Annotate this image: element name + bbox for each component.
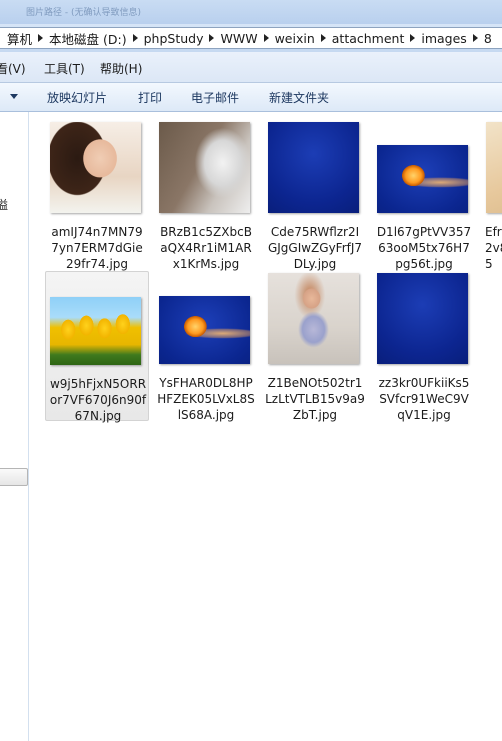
- image-thumbnail: [268, 273, 359, 364]
- menu-view[interactable]: 看(V): [0, 60, 26, 77]
- image-thumbnail: [50, 122, 141, 213]
- file-item[interactable]: zz3kr0UFkiiKs5 SVfcr91WeC9V qV1E.jpg: [372, 271, 476, 422]
- file-item[interactable]: w9j5hFjxN5ORR or7VF670J6n90f 67N.jpg: [45, 271, 149, 423]
- file-name: YsFHAR0DL8HP HFZEK05LVxL8S lS68A.jpg: [157, 376, 255, 422]
- file-name: w9j5hFjxN5ORR or7VF670J6n90f 67N.jpg: [49, 377, 147, 423]
- file-view: amIJ74n7MN79 7yn7ERM7dGie 29fr74.jpg BRz…: [29, 112, 502, 741]
- file-item[interactable]: Z1BeNOt502tr1 LzLtVTLB15v9a9 ZbT.jpg: [263, 271, 367, 422]
- file-name: BRzB1c5ZXbcB aQX4Rr1iM1AR x1KrMs.jpg: [160, 225, 252, 271]
- menu-bar: 看(V) 工具(T) 帮助(H): [0, 52, 502, 83]
- breadcrumb-images[interactable]: images: [415, 31, 472, 46]
- file-item[interactable]: amIJ74n7MN79 7yn7ERM7dGie 29fr74.jpg: [45, 120, 149, 271]
- breadcrumb-weixin[interactable]: weixin: [269, 31, 321, 46]
- breadcrumb-computer[interactable]: 算机: [1, 29, 38, 48]
- image-thumbnail: [486, 122, 502, 213]
- nav-item-label[interactable]: 溢: [0, 196, 8, 213]
- menu-help[interactable]: 帮助(H): [100, 60, 142, 77]
- email-button[interactable]: 电子邮件: [191, 89, 239, 106]
- nav-scrollbar-thumb[interactable]: [0, 468, 28, 486]
- breadcrumb-phpstudy[interactable]: phpStudy: [138, 31, 210, 46]
- image-thumbnail: [50, 297, 141, 365]
- navigation-pane[interactable]: 溢: [0, 112, 29, 741]
- new-folder-button[interactable]: 新建文件夹: [269, 89, 329, 106]
- address-field[interactable]: 算机 本地磁盘 (D:) phpStudy WWW weixin attachm…: [0, 27, 502, 49]
- file-item[interactable]: YsFHAR0DL8HP HFZEK05LVxL8S lS68A.jpg: [154, 271, 258, 422]
- image-thumbnail: [377, 145, 468, 213]
- print-button[interactable]: 打印: [138, 89, 162, 106]
- image-thumbnail: [268, 122, 359, 213]
- breadcrumb-www[interactable]: WWW: [214, 31, 263, 46]
- image-thumbnail: [377, 273, 468, 364]
- file-item[interactable]: BRzB1c5ZXbcB aQX4Rr1iM1AR x1KrMs.jpg: [154, 120, 258, 271]
- breadcrumb-attachment[interactable]: attachment: [326, 31, 411, 46]
- image-thumbnail: [159, 296, 250, 364]
- window-title: 图片路径 - (无确认导致信息): [26, 8, 141, 18]
- file-name: D1l67gPtVV357 63ooM5tx76H7 pg56t.jpg: [376, 225, 472, 271]
- file-name: zz3kr0UFkiiKs5 SVfcr91WeC9V qV1E.jpg: [378, 376, 470, 422]
- breadcrumb-subfolder[interactable]: 8: [478, 31, 498, 46]
- address-bar: 算机 本地磁盘 (D:) phpStudy WWW weixin attachm…: [0, 24, 502, 52]
- organize-dropdown-icon[interactable]: [10, 94, 18, 99]
- menu-tools[interactable]: 工具(T): [44, 60, 85, 77]
- window-titlebar: 图片路径 - (无确认导致信息): [0, 0, 502, 24]
- breadcrumb-drive-d[interactable]: 本地磁盘 (D:): [43, 29, 133, 48]
- slideshow-button[interactable]: 放映幻灯片: [47, 89, 107, 106]
- file-item[interactable]: Cde75RWflzr2I GJgGIwZGyFrfJ7 DLy.jpg: [263, 120, 367, 271]
- file-item[interactable]: D1l67gPtVV357 63ooM5tx76H7 pg56t.jpg: [372, 120, 476, 271]
- image-thumbnail: [159, 122, 250, 213]
- command-toolbar: 放映幻灯片 打印 电子邮件 新建文件夹: [0, 83, 502, 112]
- file-name: Cde75RWflzr2I GJgGIwZGyFrfJ7 DLy.jpg: [267, 225, 363, 271]
- file-name: amIJ74n7MN79 7yn7ERM7dGie 29fr74.jpg: [51, 225, 143, 271]
- breadcrumb: 算机 本地磁盘 (D:) phpStudy WWW weixin attachm…: [1, 28, 498, 48]
- file-name: Z1BeNOt502tr1 LzLtVTLB15v9a9 ZbT.jpg: [265, 376, 365, 422]
- file-item[interactable]: Efr 2v8 5: [481, 120, 502, 270]
- file-name: Efr 2v8 5: [485, 225, 502, 270]
